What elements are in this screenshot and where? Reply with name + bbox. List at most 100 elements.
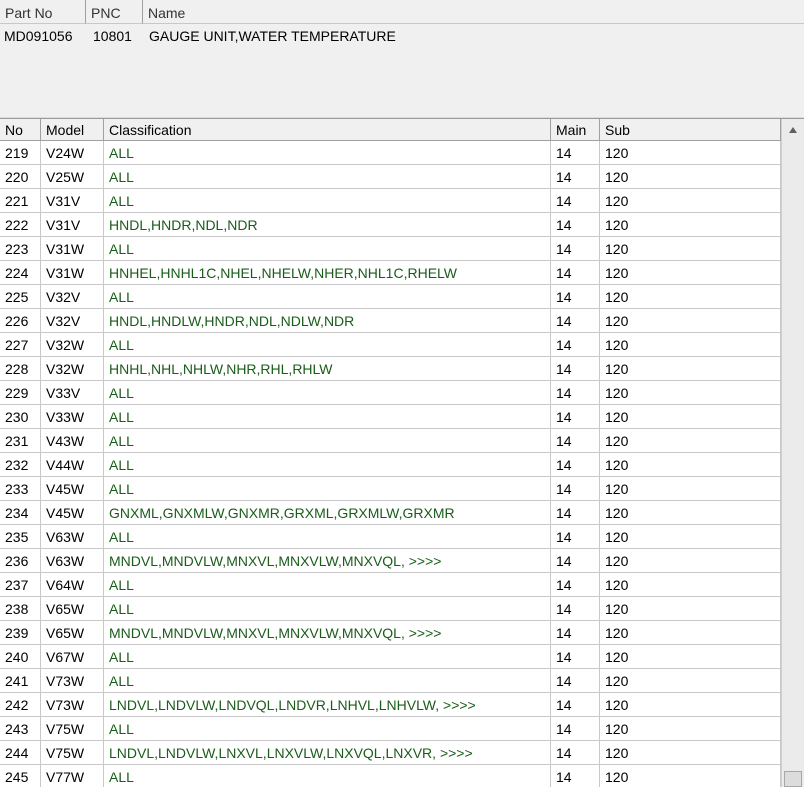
- cell-sub: 120: [600, 213, 781, 237]
- cell-no: 228: [0, 357, 41, 381]
- cell-model: V65W: [41, 621, 104, 645]
- cell-sub: 120: [600, 693, 781, 717]
- cell-sub: 120: [600, 477, 781, 501]
- table-row[interactable]: 245 V77W ALL 14 120: [0, 765, 781, 787]
- part-no-value[interactable]: MD091056: [4, 27, 73, 45]
- cell-model: V32W: [41, 357, 104, 381]
- cell-no: 236: [0, 549, 41, 573]
- cell-no: 227: [0, 333, 41, 357]
- cell-main: 14: [551, 669, 600, 693]
- cell-classification: LNDVL,LNDVLW,LNXVL,LNXVLW,LNXVQL,LNXVR, …: [104, 741, 551, 765]
- cell-model: V45W: [41, 477, 104, 501]
- cell-model: V32V: [41, 285, 104, 309]
- cell-model: V31W: [41, 261, 104, 285]
- scroll-thumb[interactable]: [784, 771, 802, 787]
- table-row[interactable]: 230 V33W ALL 14 120: [0, 405, 781, 429]
- cell-classification: ALL: [104, 429, 551, 453]
- cell-main: 14: [551, 765, 600, 787]
- cell-sub: 120: [600, 501, 781, 525]
- cell-no: 233: [0, 477, 41, 501]
- cell-main: 14: [551, 621, 600, 645]
- header-name[interactable]: Name: [143, 0, 804, 24]
- cell-model: V33V: [41, 381, 104, 405]
- cell-main: 14: [551, 693, 600, 717]
- cell-model: V73W: [41, 669, 104, 693]
- cell-main: 14: [551, 717, 600, 741]
- cell-no: 235: [0, 525, 41, 549]
- grid-header: No Model Classification Main Sub: [0, 119, 804, 141]
- header-part-no[interactable]: Part No: [0, 0, 86, 24]
- table-row[interactable]: 244 V75W LNDVL,LNDVLW,LNXVL,LNXVLW,LNXVQL,…: [0, 741, 781, 765]
- cell-sub: 120: [600, 237, 781, 261]
- table-row[interactable]: 221 V31V ALL 14 120: [0, 189, 781, 213]
- part-name-value[interactable]: GAUGE UNIT,WATER TEMPERATURE: [149, 27, 396, 45]
- cell-main: 14: [551, 141, 600, 165]
- table-row[interactable]: 243 V75W ALL 14 120: [0, 717, 781, 741]
- table-row[interactable]: 236 V63W MNDVL,MNDVLW,MNXVL,MNXVLW,MNXVQL,…: [0, 549, 781, 573]
- column-header-model[interactable]: Model: [41, 119, 104, 141]
- table-row[interactable]: 232 V44W ALL 14 120: [0, 453, 781, 477]
- triangle-up-icon: [789, 127, 797, 133]
- table-row[interactable]: 222 V31V HNDL,HNDR,NDL,NDR 14 120: [0, 213, 781, 237]
- pnc-value[interactable]: 10801: [93, 27, 132, 45]
- table-row[interactable]: 239 V65W MNDVL,MNDVLW,MNXVL,MNXVLW,MNXVQL,…: [0, 621, 781, 645]
- column-header-classification[interactable]: Classification: [104, 119, 551, 141]
- table-row[interactable]: 238 V65W ALL 14 120: [0, 597, 781, 621]
- column-header-sub[interactable]: Sub: [600, 119, 781, 141]
- header-pnc[interactable]: PNC: [86, 0, 143, 24]
- cell-main: 14: [551, 165, 600, 189]
- table-row[interactable]: 234 V45W GNXML,GNXMLW,GNXMR,GRXML,GRXMLW,G…: [0, 501, 781, 525]
- table-row[interactable]: 228 V32W HNHL,NHL,NHLW,NHR,RHL,RHLW 14 120: [0, 357, 781, 381]
- cell-no: 224: [0, 261, 41, 285]
- table-row[interactable]: 235 V63W ALL 14 120: [0, 525, 781, 549]
- table-row[interactable]: 237 V64W ALL 14 120: [0, 573, 781, 597]
- cell-sub: 120: [600, 309, 781, 333]
- table-row[interactable]: 226 V32V HNDL,HNDLW,HNDR,NDL,NDLW,NDR 14 120: [0, 309, 781, 333]
- vertical-scrollbar[interactable]: [781, 119, 804, 787]
- table-row[interactable]: 242 V73W LNDVL,LNDVLW,LNDVQL,LNDVR,LNHVL,L…: [0, 693, 781, 717]
- column-header-no[interactable]: No: [0, 119, 41, 141]
- cell-main: 14: [551, 237, 600, 261]
- cell-classification: ALL: [104, 573, 551, 597]
- scroll-up-button[interactable]: [784, 121, 802, 139]
- cell-classification: HNDL,HNDR,NDL,NDR: [104, 213, 551, 237]
- column-header-main[interactable]: Main: [551, 119, 600, 141]
- cell-main: 14: [551, 477, 600, 501]
- cell-model: V33W: [41, 405, 104, 429]
- cell-classification: HNDL,HNDLW,HNDR,NDL,NDLW,NDR: [104, 309, 551, 333]
- cell-main: 14: [551, 429, 600, 453]
- cell-no: 231: [0, 429, 41, 453]
- table-row[interactable]: 231 V43W ALL 14 120: [0, 429, 781, 453]
- table-row[interactable]: 219 V24W ALL 14 120: [0, 141, 781, 165]
- cell-model: V65W: [41, 597, 104, 621]
- cell-classification: ALL: [104, 333, 551, 357]
- cell-main: 14: [551, 309, 600, 333]
- cell-classification: ALL: [104, 165, 551, 189]
- cell-sub: 120: [600, 141, 781, 165]
- table-row[interactable]: 241 V73W ALL 14 120: [0, 669, 781, 693]
- cell-classification: ALL: [104, 717, 551, 741]
- table-row[interactable]: 229 V33V ALL 14 120: [0, 381, 781, 405]
- table-row[interactable]: 225 V32V ALL 14 120: [0, 285, 781, 309]
- cell-no: 232: [0, 453, 41, 477]
- cell-sub: 120: [600, 717, 781, 741]
- cell-classification: GNXML,GNXMLW,GNXMR,GRXML,GRXMLW,GRXMR: [104, 501, 551, 525]
- cell-main: 14: [551, 405, 600, 429]
- cell-sub: 120: [600, 189, 781, 213]
- cell-model: V31W: [41, 237, 104, 261]
- table-row[interactable]: 240 V67W ALL 14 120: [0, 645, 781, 669]
- cell-model: V31V: [41, 213, 104, 237]
- cell-no: 234: [0, 501, 41, 525]
- cell-no: 230: [0, 405, 41, 429]
- table-row[interactable]: 220 V25W ALL 14 120: [0, 165, 781, 189]
- cell-classification: HNHL,NHL,NHLW,NHR,RHL,RHLW: [104, 357, 551, 381]
- cell-model: V75W: [41, 741, 104, 765]
- cell-model: V43W: [41, 429, 104, 453]
- cell-no: 226: [0, 309, 41, 333]
- table-row[interactable]: 223 V31W ALL 14 120: [0, 237, 781, 261]
- table-row[interactable]: 227 V32W ALL 14 120: [0, 333, 781, 357]
- cell-sub: 120: [600, 573, 781, 597]
- cell-model: V63W: [41, 549, 104, 573]
- table-row[interactable]: 224 V31W HNHEL,HNHL1C,NHEL,NHELW,NHER,NHL1…: [0, 261, 781, 285]
- table-row[interactable]: 233 V45W ALL 14 120: [0, 477, 781, 501]
